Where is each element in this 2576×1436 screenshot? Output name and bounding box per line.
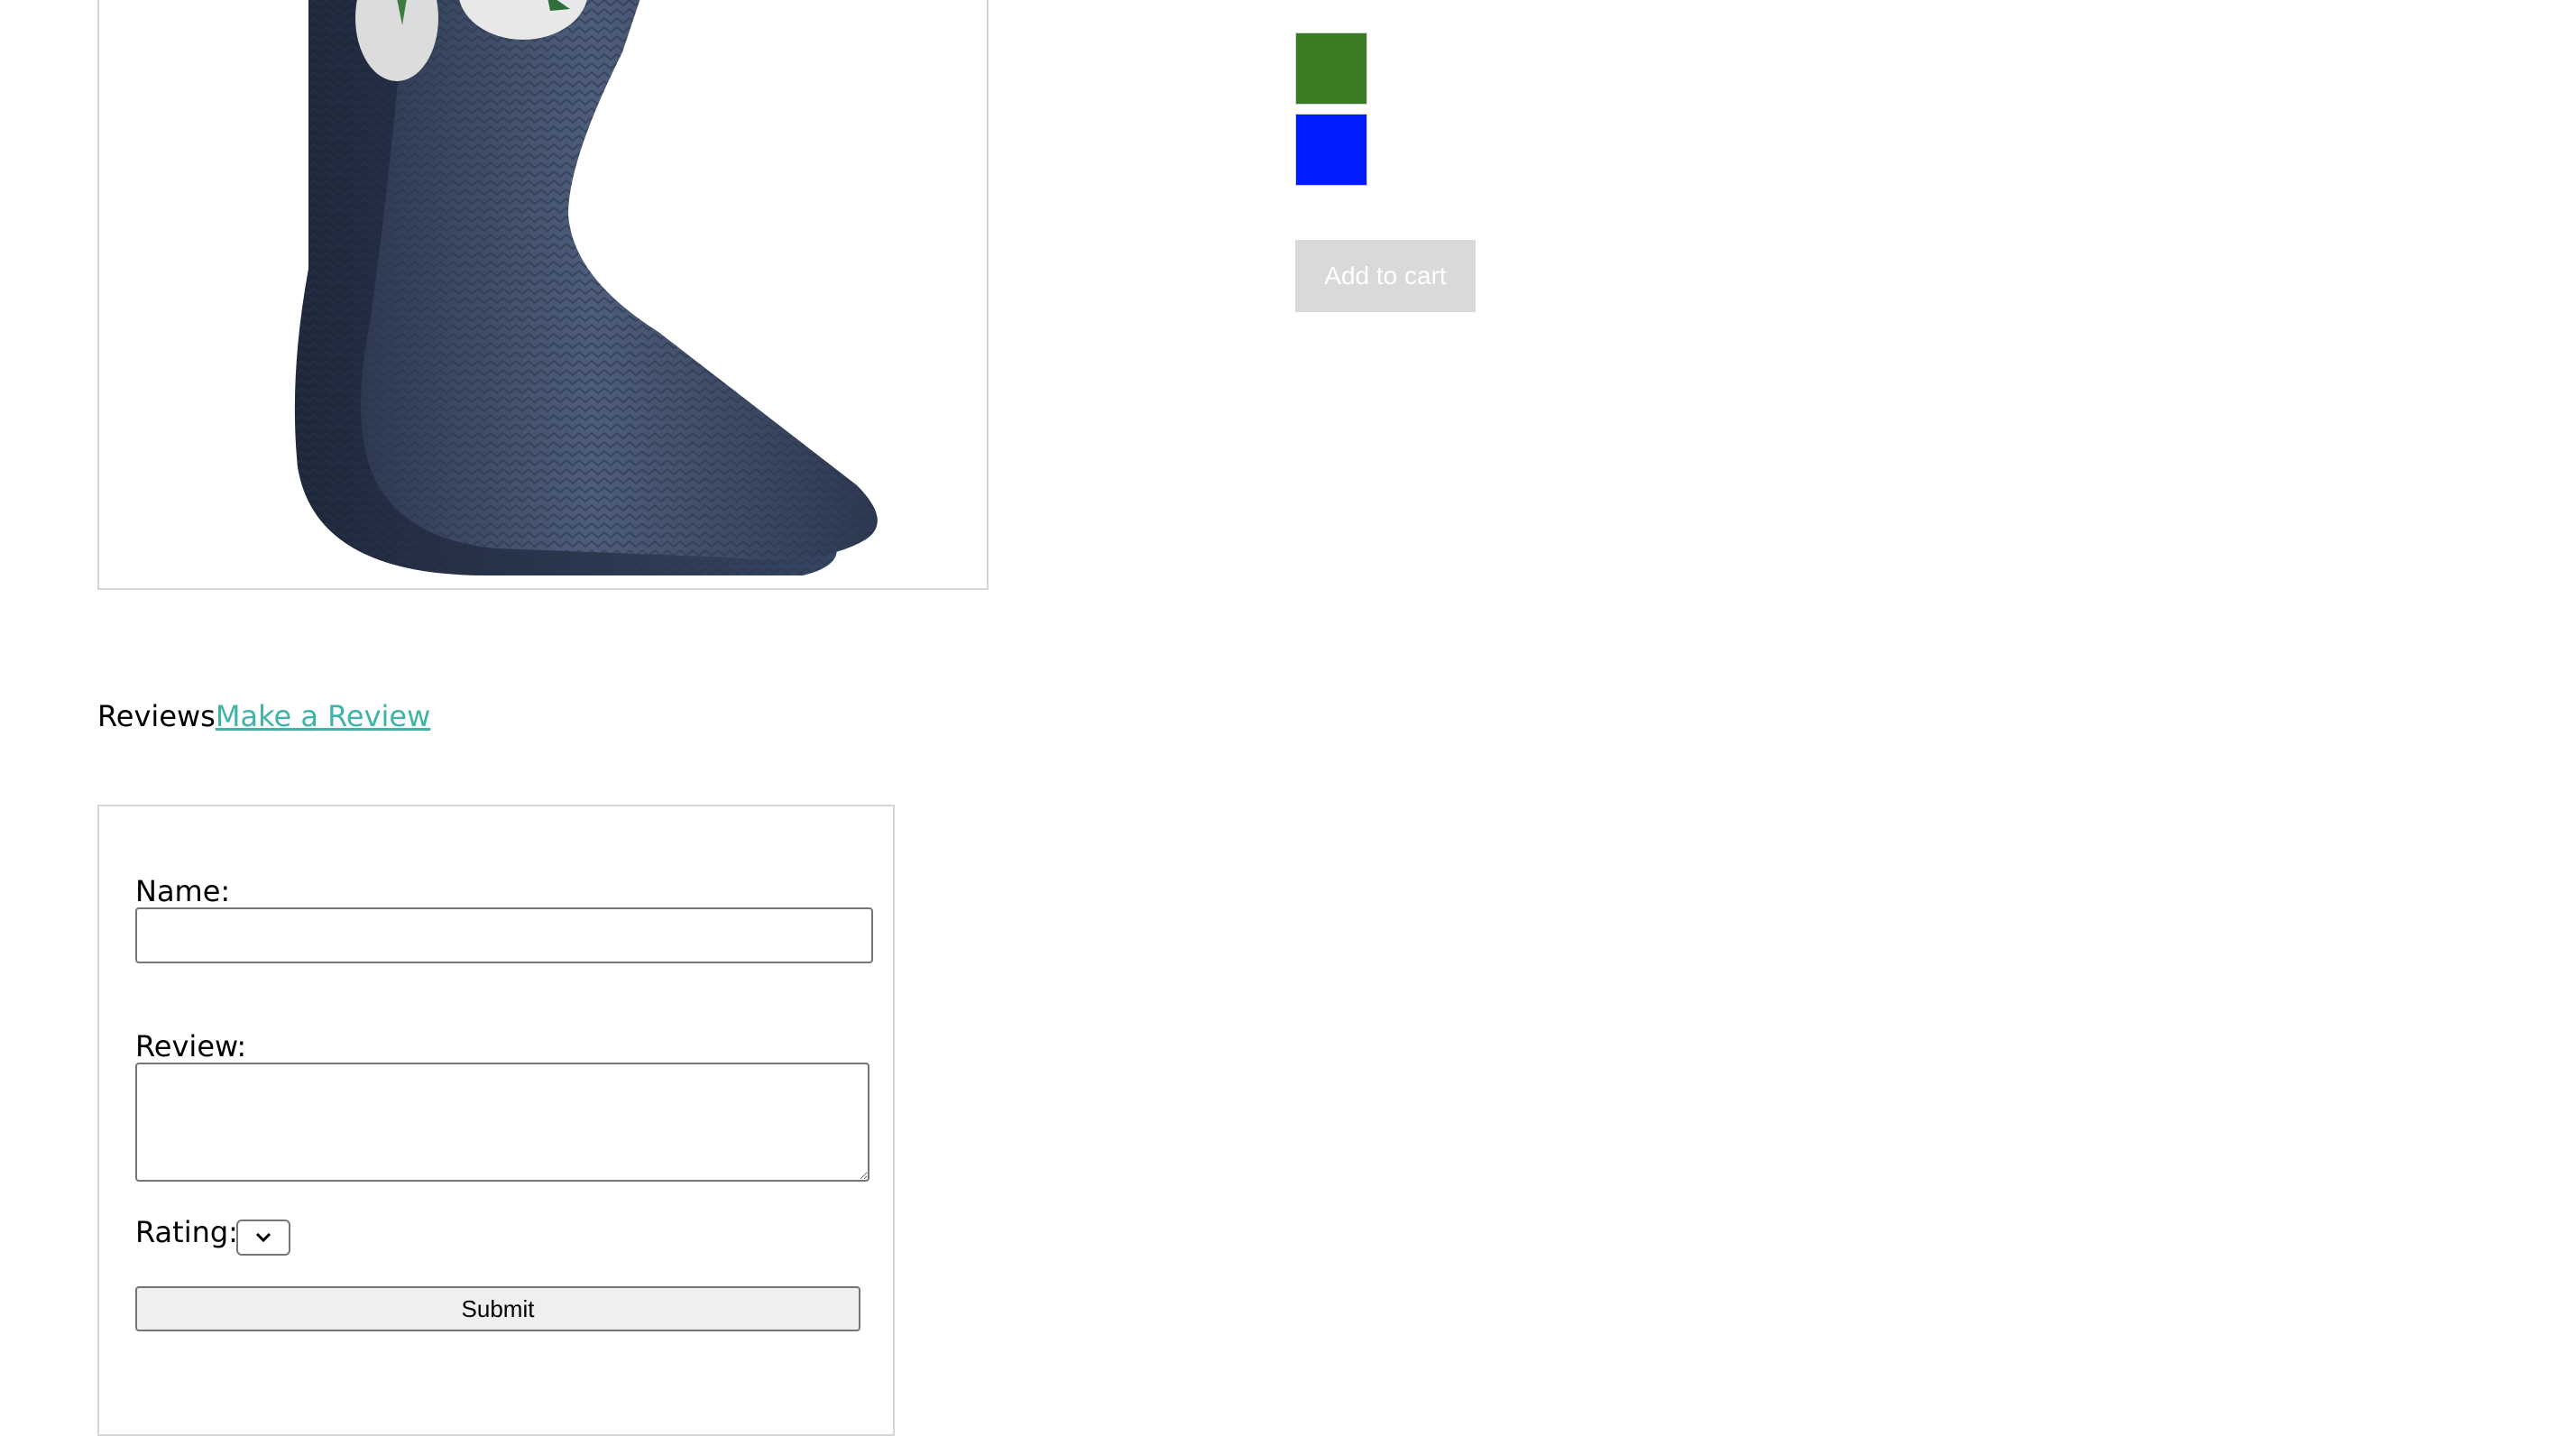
sock-illustration bbox=[294, 0, 878, 575]
color-swatch-green[interactable] bbox=[1295, 32, 1367, 105]
reviews-title: Reviews bbox=[97, 699, 216, 733]
color-swatch-blue[interactable] bbox=[1295, 114, 1367, 186]
name-label: Name: bbox=[135, 874, 231, 908]
reviews-header: ReviewsMake a Review bbox=[97, 695, 430, 738]
rating-label: Rating: bbox=[135, 1215, 238, 1249]
review-label: Review: bbox=[135, 1029, 247, 1063]
review-form: Name: Review: Rating: Submit bbox=[97, 805, 895, 1436]
rating-select[interactable] bbox=[236, 1220, 290, 1256]
product-image bbox=[97, 0, 989, 590]
add-to-cart-button[interactable]: Add to cart bbox=[1295, 240, 1476, 312]
review-textarea[interactable] bbox=[135, 1063, 869, 1182]
chevron-down-icon bbox=[255, 1232, 271, 1243]
make-review-link[interactable]: Make a Review bbox=[216, 699, 430, 733]
submit-button[interactable]: Submit bbox=[135, 1286, 860, 1331]
name-input[interactable] bbox=[135, 907, 873, 963]
